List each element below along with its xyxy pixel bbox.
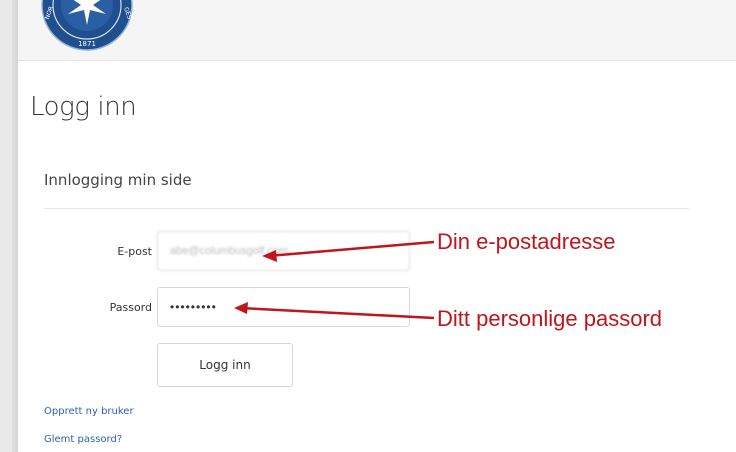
password-label: Passord [109, 301, 152, 314]
password-field[interactable] [157, 287, 410, 327]
email-label: E-post [117, 245, 152, 258]
logo-year-text: 1871 [78, 40, 96, 48]
login-page: 1871 NOR GES Logg inn Innlogging min sid… [18, 0, 736, 452]
page-title: Logg inn [30, 92, 137, 122]
forgot-password-link[interactable]: Glemt passord? [44, 434, 122, 445]
password-annotation: Ditt personlige passord [437, 306, 663, 331]
register-link[interactable]: Opprett ny bruker [44, 406, 134, 417]
section-title: Innlogging min side [44, 171, 192, 189]
header-bar: 1871 NOR GES [18, 0, 736, 61]
club-logo-icon[interactable]: 1871 NOR GES [40, 0, 134, 52]
login-button[interactable]: Logg inn [157, 343, 293, 387]
email-annotation: Din e-postadresse [437, 229, 616, 254]
divider [44, 208, 689, 209]
email-field[interactable] [157, 231, 410, 271]
